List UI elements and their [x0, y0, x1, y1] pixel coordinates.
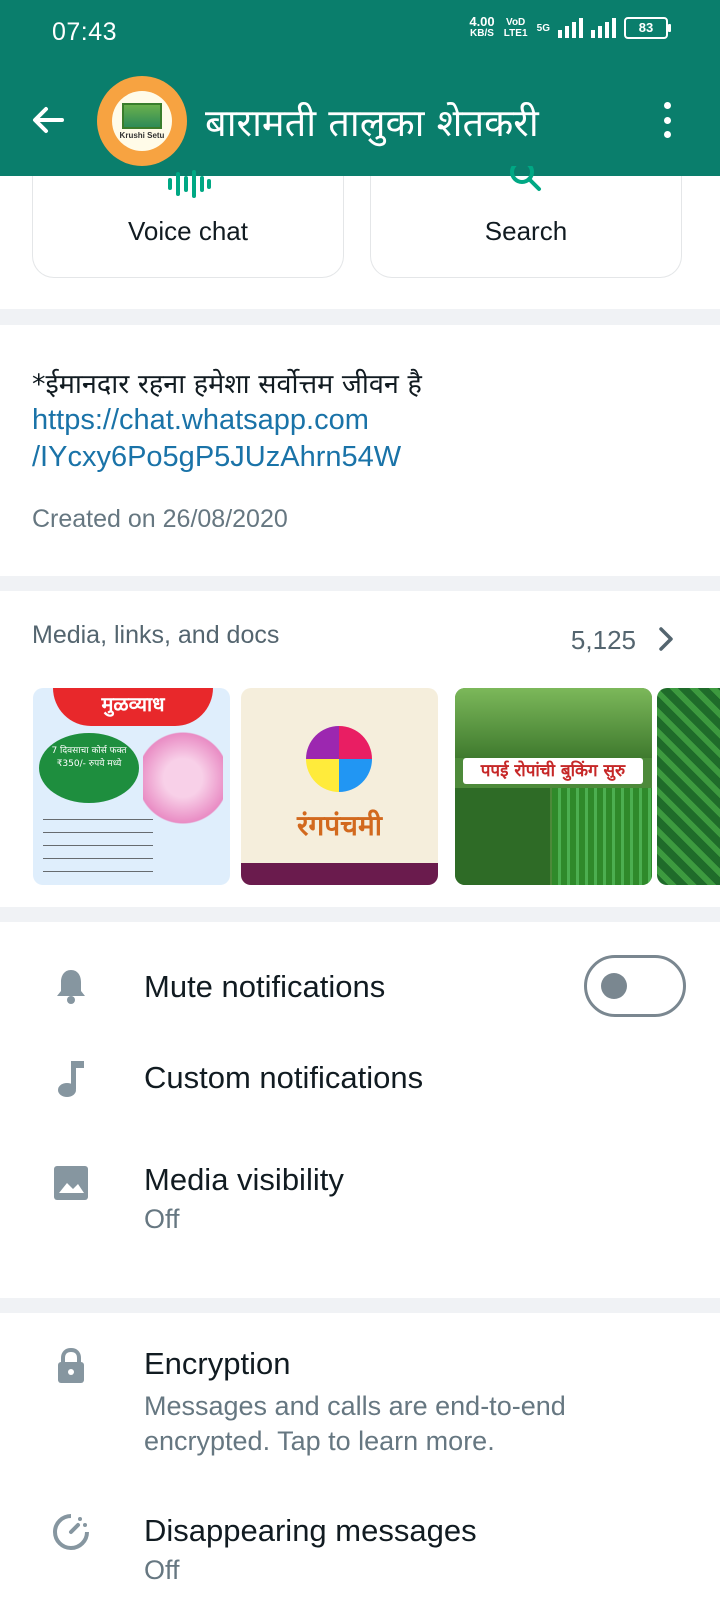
encryption-description-line1: Messages and calls are end-to-end — [144, 1391, 566, 1421]
chevron-right-icon[interactable] — [656, 626, 676, 652]
encryption-label[interactable]: Encryption — [144, 1346, 290, 1382]
disappearing-messages-label[interactable]: Disappearing messages — [144, 1513, 477, 1549]
privacy-settings: Encryption Messages and calls are end-to… — [0, 1313, 720, 1612]
created-date: Created on 26/08/2020 — [32, 505, 288, 533]
media-thumbnail[interactable]: रंगपंचमी — [241, 688, 438, 885]
poster-footer — [241, 863, 438, 885]
battery-icon: 83 — [624, 17, 671, 39]
encryption-description-line2: encrypted. Tap to learn more. — [144, 1426, 495, 1456]
invite-link-line2[interactable]: /IYcxy6Po5gP5JUzAhrn54W — [32, 437, 401, 477]
volte-icon: VoD LTE1 — [503, 17, 528, 39]
media-count[interactable]: 5,125 — [571, 625, 636, 656]
media-visibility-label[interactable]: Media visibility — [144, 1162, 344, 1198]
voice-chat-label: Voice chat — [128, 216, 248, 246]
quick-actions: Voice chat Search — [0, 166, 720, 309]
media-thumbnail[interactable]: पपई रोपांची बुकिंग सुरु — [455, 688, 652, 885]
flower-graphic — [143, 728, 223, 828]
invite-link-line1[interactable]: https://chat.whatsapp.com — [32, 400, 369, 440]
network-label: 5G — [536, 22, 550, 34]
logo-picture — [122, 102, 162, 129]
bell-icon — [50, 965, 92, 1007]
voice-chat-button[interactable]: Voice chat — [32, 170, 344, 278]
app-header: 07:43 4.00 KB/S VoD LTE1 5G 83 Krushi Se… — [0, 0, 720, 176]
description-text: *ईमानदार रहना हमेशा सर्वोत्तम जीवन है — [32, 369, 422, 400]
mute-toggle[interactable] — [584, 955, 686, 1017]
color-powder-graphic — [306, 726, 372, 792]
search-button[interactable]: Search — [370, 166, 682, 278]
signal-icon-2 — [591, 18, 616, 38]
media-thumbnail[interactable]: मुळव्याध 7 दिवसाचा कोर्स फक्त ₹350/- रुप… — [33, 688, 230, 885]
search-icon — [510, 166, 541, 191]
net-speed: 4.00 KB/S — [469, 14, 495, 39]
more-options-icon[interactable] — [662, 102, 672, 138]
back-arrow-icon[interactable] — [28, 100, 68, 140]
seedlings-photo — [552, 788, 652, 885]
group-avatar[interactable]: Krushi Setu — [97, 76, 187, 166]
media-thumbnail[interactable] — [657, 688, 720, 885]
voice-chat-icon — [168, 170, 211, 198]
group-description: *ईमानदार रहना हमेशा सर्वोत्तम जीवन है ht… — [0, 325, 720, 576]
disappearing-messages-value: Off — [144, 1555, 180, 1585]
lock-icon — [50, 1345, 92, 1387]
poster-text-lines — [43, 813, 153, 873]
image-icon — [50, 1162, 92, 1204]
media-visibility-value: Off — [144, 1204, 180, 1234]
media-title[interactable]: Media, links, and docs — [32, 621, 279, 650]
status-time: 07:43 — [52, 18, 118, 46]
notification-settings: Mute notifications Custom notifications … — [0, 922, 720, 1298]
disappearing-timer-icon — [50, 1511, 92, 1553]
group-title[interactable]: बारामती तालुका शेतकरी — [205, 96, 539, 148]
papaya-tree-photo — [455, 688, 652, 758]
signal-icon — [558, 18, 583, 38]
mute-notifications-label[interactable]: Mute notifications — [144, 969, 385, 1005]
papaya-plant-photo — [455, 788, 550, 885]
custom-notifications-label[interactable]: Custom notifications — [144, 1060, 423, 1096]
media-section: Media, links, and docs 5,125 मुळव्याध 7 … — [0, 591, 720, 907]
status-icons: 4.00 KB/S VoD LTE1 5G 83 — [469, 14, 671, 40]
search-label: Search — [484, 216, 568, 246]
avatar-logo-text: Krushi Setu — [119, 130, 165, 140]
music-note-icon — [50, 1058, 92, 1100]
